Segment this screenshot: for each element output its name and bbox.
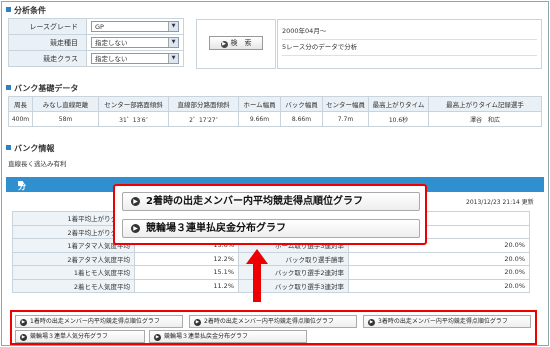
grade-label: レースグレード — [8, 18, 87, 35]
arrow-right-icon: ▶ — [20, 334, 27, 341]
chevron-down-icon: ▼ — [168, 54, 178, 63]
arrow-right-icon: ▶ — [220, 41, 228, 48]
rank-2nd-graph-button[interactable]: ▶ 2着時の出走メンバー内平均競走得点順位グラフ — [122, 192, 420, 211]
table-row: 1着ヒモ人気度平均 15.1% バック取り選手2連対率 20.0% — [12, 265, 530, 280]
bank-section-title: バンク基礎データ — [6, 83, 78, 94]
arrow-right-icon: ▶ — [131, 197, 140, 206]
payout-graph-button[interactable]: ▶ 競輪場３連単払戻金分布グラフ — [122, 219, 420, 238]
updated-timestamp: 2013/12/23 21:14 更新 — [466, 199, 534, 206]
table-row: 2着アタマ人気度平均 12.2% バック取り選手勝率 20.0% — [12, 251, 530, 266]
bank-header: 最高上がりタイム記録選手 — [428, 96, 542, 112]
class-label: 競走クラス — [8, 50, 87, 67]
bank-header: 最高上がりタイム — [368, 96, 429, 112]
bank-value: 8.66m — [280, 111, 323, 127]
analysis-info: 2000年04月～ 5レース分のデータで分析 — [277, 19, 542, 69]
graph-button-area: ▶ 1着時の出走メンバー内平均競走得点順位グラフ ▶ 2着時の出走メンバー内平均競走… — [10, 310, 537, 345]
event-label: 競走種目 — [8, 34, 87, 51]
bank-header: 直線部分路面傾斜 — [168, 96, 239, 112]
bullet-square-icon — [6, 85, 11, 90]
bank-value: 澤谷 和広 — [428, 111, 542, 127]
rank-1st-graph-button[interactable]: ▶ 1着時の出走メンバー内平均競走得点順位グラフ — [15, 315, 183, 328]
arrow-right-icon: ▶ — [154, 334, 161, 341]
bullet-square-icon — [6, 145, 11, 150]
bank-value-row: 400m 58m 31゜13′6″ 2゜17′27″ 9.66m 8.66m 7… — [8, 111, 542, 127]
bank-header: バック幅員 — [280, 96, 323, 112]
conditions-table: レースグレード GP ▼ 競走種目 指定しない ▼ 競走クラス 指定しない ▼ — [8, 18, 184, 67]
race-count-text: 5レース分のデータで分析 — [282, 40, 537, 56]
condition-row: 競走クラス 指定しない ▼ — [8, 50, 184, 67]
bankinfo-section-title: バンク情報 — [6, 143, 54, 154]
bank-value: 7.7m — [322, 111, 369, 127]
bank-value: 9.66m — [238, 111, 281, 127]
arrow-right-icon: ▶ — [194, 319, 201, 326]
arrow-right-icon: ▶ — [131, 224, 140, 233]
bank-header: みなし直線距離 — [32, 96, 99, 112]
grade-select[interactable]: GP ▼ — [91, 21, 179, 32]
payout-graph-button[interactable]: ▶ 競輪場３連単払戻金分布グラフ — [149, 330, 307, 343]
condition-row: レースグレード GP ▼ — [8, 18, 184, 35]
condition-row: 競走種目 指定しない ▼ — [8, 34, 184, 51]
search-button[interactable]: ▶ 検 索 — [209, 36, 263, 50]
graph-callout: ▶ 2着時の出走メンバー内平均競走得点順位グラフ ▶ 競輪場３連単払戻金分布グラフ — [113, 184, 427, 245]
bank-header-row: 周長 みなし直線距離 センター部路面傾斜 直線部分路面傾斜 ホーム幅員 バック幅… — [8, 96, 542, 112]
bank-value: 2゜17′27″ — [168, 111, 239, 127]
arrow-right-icon: ▶ — [20, 319, 27, 326]
rank-3rd-graph-button[interactable]: ▶ 3着時の出走メンバー内平均競走得点順位グラフ — [363, 315, 531, 328]
bank-header: センター部路面傾斜 — [98, 96, 169, 112]
bank-data-table: 周長 みなし直線距離 センター部路面傾斜 直線部分路面傾斜 ホーム幅員 バック幅… — [8, 96, 542, 127]
conditions-section-title: 分析条件 — [6, 5, 46, 16]
period-text: 2000年04月～ — [282, 24, 537, 40]
table-row: 2着ヒモ人気度平均 11.2% バック取り選手3連対率 20.0% — [12, 278, 530, 293]
bank-value: 400m — [8, 111, 33, 127]
popularity-graph-button[interactable]: ▶ 競輪場３連単人気分布グラフ — [15, 330, 145, 343]
bank-header: ホーム幅員 — [238, 96, 281, 112]
event-select[interactable]: 指定しない ▼ — [91, 37, 179, 48]
bank-header: 周長 — [8, 96, 33, 112]
search-cell: ▶ 検 索 — [196, 19, 276, 69]
bank-value: 31゜13′6″ — [98, 111, 169, 127]
bank-value: 10.6秒 — [368, 111, 429, 127]
bank-header: センター幅員 — [322, 96, 369, 112]
rank-2nd-graph-button[interactable]: ▶ 2着時の出走メンバー内平均競走得点順位グラフ — [189, 315, 357, 328]
bankinfo-text: 直線長く逃込み有利 — [8, 160, 67, 168]
class-select[interactable]: 指定しない ▼ — [91, 53, 179, 64]
bank-value: 58m — [32, 111, 99, 127]
chevron-down-icon: ▼ — [168, 22, 178, 31]
chevron-down-icon: ▼ — [168, 38, 178, 47]
arrow-right-icon: ▶ — [368, 319, 375, 326]
callout-arrow-shaft — [253, 262, 261, 302]
bullet-square-icon — [6, 7, 11, 12]
